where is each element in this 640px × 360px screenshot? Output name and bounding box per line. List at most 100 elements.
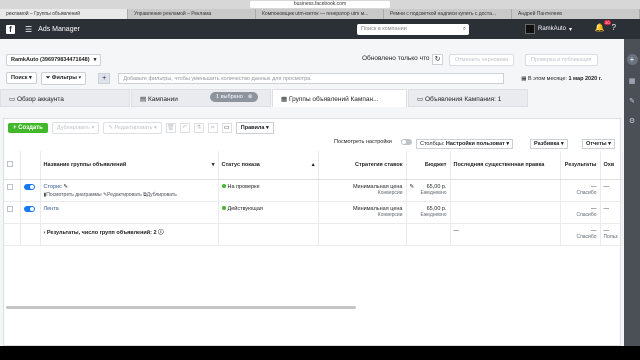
adset-name-link[interactable]: Лента	[44, 206, 59, 212]
row-status: Действующая	[227, 205, 263, 212]
selected-count-pill[interactable]: 1 выбрано ⊗	[210, 92, 259, 102]
edit-link[interactable]: Редактировать	[107, 192, 142, 198]
date-range-picker[interactable]: ▦ В этом месяце: 1 мар 2020 г.	[521, 76, 602, 82]
view-charts-link[interactable]: Посмотреть диаграммы	[46, 192, 101, 198]
columns-label: Столбцы:	[420, 141, 445, 147]
reports-dropdown[interactable]: Отчеты ▾	[582, 139, 615, 149]
add-filter-icon[interactable]: +	[98, 72, 111, 84]
facebook-logo-icon[interactable]: f	[6, 24, 15, 34]
row-status-cell: Действующая	[218, 201, 319, 224]
columns-dropdown[interactable]: Столбцы: Настройки пользоват ▾	[416, 139, 514, 149]
reports-label: Отчеты	[586, 141, 607, 147]
header-name[interactable]: Название группы объявлений ▾	[40, 151, 219, 180]
pencil-icon[interactable]: ✎	[410, 184, 415, 190]
browser-tab[interactable]: Управление рекламой – Реклама	[128, 9, 256, 19]
trash-icon[interactable]: 🗑	[165, 123, 176, 133]
chevron-down-icon: ▾	[93, 57, 97, 63]
browser-tab[interactable]: Андрей Пантелеев	[512, 9, 640, 19]
campaigns-icon: ▤	[140, 96, 147, 103]
refresh-icon[interactable]: ↻	[432, 54, 443, 65]
notifications-icon[interactable]: 🔔 20	[595, 20, 611, 32]
create-button[interactable]: + Создать	[8, 123, 48, 133]
url-bar[interactable]: business.facebook.com	[250, 1, 390, 8]
row-strategy-sub: Конверсии	[377, 211, 403, 218]
search-filter-label: Поиск	[11, 75, 28, 81]
browser-tab[interactable]: рекламой – Группы объявлений	[0, 9, 128, 19]
search-filter-button[interactable]: Поиск ▾	[6, 72, 37, 84]
filters-button[interactable]: ⏷ Фильтры ▾	[40, 71, 87, 85]
row-budget-cell[interactable]: ✎ 65,00 р. Ежедневно	[406, 179, 451, 202]
hamburger-menu-icon[interactable]: ☰	[25, 25, 32, 34]
adset-toggle[interactable]	[23, 183, 35, 190]
header-last-edit[interactable]: Последняя существенная правка	[450, 151, 561, 180]
header-reach[interactable]: Охв	[600, 151, 623, 180]
tab-adsets[interactable]: ▦ Группы объявлений Кампан...	[272, 89, 407, 107]
review-publish-button[interactable]: Проверка и публикация	[525, 54, 598, 66]
right-rail: + ▦ ✎ ⚙	[624, 39, 640, 346]
browser-tab[interactable]: Компоновщик utm-меток — генератор utm м.…	[256, 9, 384, 19]
notification-count: 20	[604, 20, 611, 25]
row-checkbox[interactable]	[7, 205, 13, 212]
row-results-cell: — Спасибо	[560, 179, 601, 202]
row-budget-cell[interactable]: 65,00 р. Ежедневно	[406, 201, 451, 224]
business-search-input[interactable]: Поиск в компании ⌕	[357, 24, 469, 35]
select-all-checkbox[interactable]	[7, 160, 13, 167]
table-row[interactable]: Лента Действующая Минимальная цена Конвер…	[4, 201, 623, 224]
duplicate-button[interactable]: Дублировать ▾	[51, 122, 100, 134]
add-icon[interactable]: +	[626, 54, 638, 65]
header-status[interactable]: Статус показа ▴	[218, 151, 319, 180]
ab-test-icon[interactable]: ⚗	[193, 123, 204, 133]
browser-tab[interactable]: Ремни с подсветкой надписи купить с дост…	[384, 9, 512, 19]
level-tabs: ▭ Обзор аккаунта ▤ Кампании 1 выбрано ⊗ ▦…	[0, 89, 624, 107]
rules-button[interactable]: Правила ▾	[235, 122, 274, 134]
row-status-cell: На проверке	[218, 179, 319, 202]
row-reach: —	[603, 205, 610, 212]
ads-manager-topbar: f ☰ Ads Manager Поиск в компании ⌕ RamkA…	[0, 19, 640, 39]
settings-icon[interactable]: ⚙	[629, 117, 635, 125]
see-settings-toggle[interactable]	[401, 139, 412, 145]
edit-button[interactable]: ✎ Редактировать ▾	[103, 122, 162, 134]
toggle-header	[20, 151, 41, 180]
adset-name-link[interactable]: Сторис	[44, 184, 62, 190]
totals-label: Результаты, число групп объявлений: 2	[46, 229, 157, 236]
table-row[interactable]: Сторис ✎ ▮Посмотреть диаграммы ✎Редактир…	[4, 179, 623, 202]
discard-drafts-button[interactable]: Отменить черновики	[449, 54, 515, 66]
header-name-label: Название группы объявлений	[43, 161, 127, 168]
pencil-icon[interactable]: ✎	[63, 184, 68, 190]
close-icon[interactable]: ⊗	[248, 94, 253, 100]
horizontal-scrollbar[interactable]	[6, 306, 356, 309]
search-placeholder: Поиск в компании	[361, 26, 407, 32]
tag-icon[interactable]: ⌗	[207, 123, 218, 133]
info-icon[interactable]: ⓘ	[158, 230, 164, 236]
comment-icon[interactable]: ▭	[221, 123, 232, 133]
account-switcher[interactable]: RamkAuto ▾	[525, 24, 572, 34]
tab-ads[interactable]: ▭ Объявления Кампания: 1	[408, 89, 528, 107]
filter-hint-input[interactable]: Добавьте фильтры, чтобы уменьшить количе…	[118, 72, 504, 84]
chart-icon[interactable]: ▦	[629, 77, 636, 85]
adsets-icon: ▦	[281, 96, 288, 103]
edit-icon[interactable]: ✎	[629, 97, 635, 105]
totals-results-sub: Спасибо	[576, 233, 597, 240]
adset-toggle[interactable]	[23, 205, 35, 212]
undo-icon[interactable]: ↶	[179, 123, 190, 133]
row-actions: ▮Посмотреть диаграммы ✎Редактировать ⧉Ду…	[44, 192, 215, 198]
totals-label-cell[interactable]: › Результаты, число групп объявлений: 2 …	[40, 223, 219, 246]
header-results[interactable]: Результаты	[560, 151, 601, 180]
duplicate-link[interactable]: Дублировать	[147, 192, 177, 198]
header-budget[interactable]: Бюджет	[406, 151, 451, 180]
totals-last-edit-cell: —	[450, 223, 561, 246]
row-results-sub: Спасибо	[576, 189, 597, 196]
row-last-edit-cell	[450, 201, 561, 224]
tab-adsets-label: Группы объявлений Кампан...	[288, 96, 379, 103]
help-icon[interactable]: ?	[612, 23, 616, 32]
ad-account-select[interactable]: RamkAuto (396979834471648) ▾	[6, 54, 102, 66]
totals-empty-cell	[318, 223, 407, 246]
row-strategy-cell: Минимальная цена Конверсии	[318, 179, 407, 202]
breakdown-dropdown[interactable]: Разбивка ▾	[530, 139, 568, 149]
bottom-bar	[0, 346, 640, 360]
header-strategy[interactable]: Стратегия ставок	[318, 151, 407, 180]
totals-empty-cell	[20, 223, 41, 246]
row-checkbox[interactable]	[7, 183, 13, 190]
tab-account-overview[interactable]: ▭ Обзор аккаунта	[0, 89, 130, 107]
filters-label: Фильтры	[51, 74, 77, 81]
